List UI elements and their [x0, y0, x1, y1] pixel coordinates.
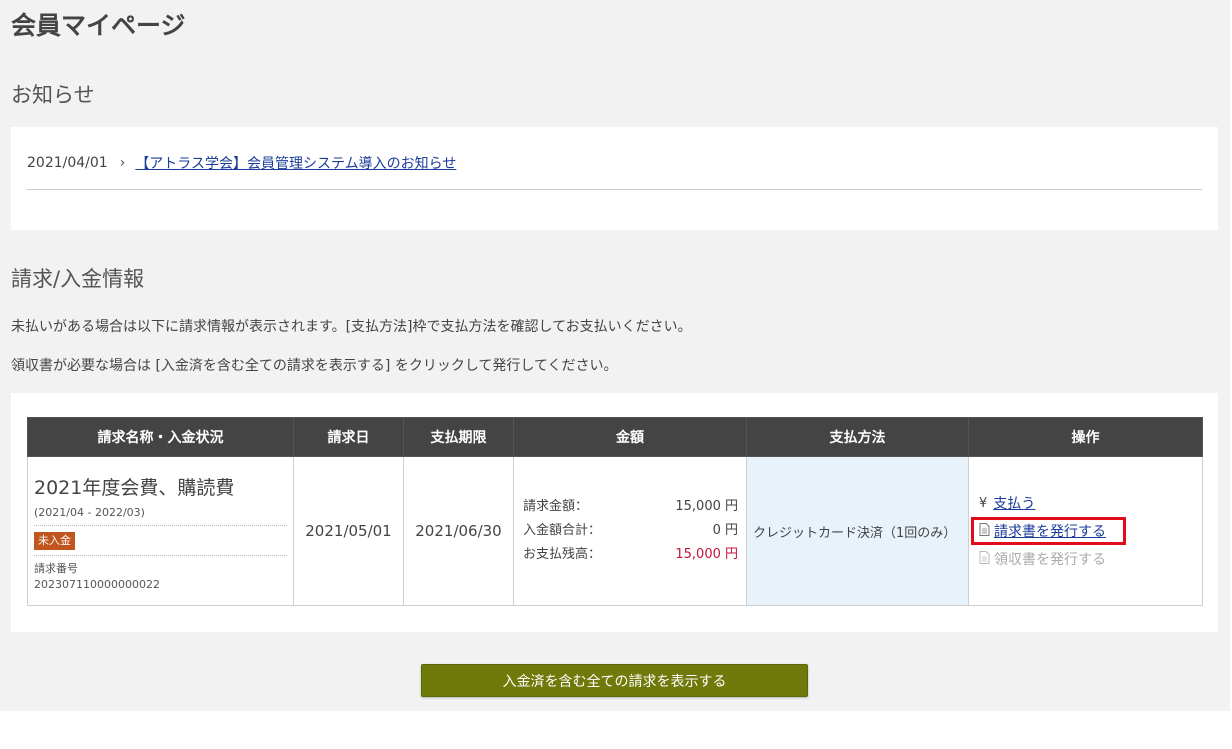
- amount-billed-label: 請求金額：: [523, 499, 589, 514]
- issue-receipt-link-disabled: 領収書を発行する: [994, 552, 1106, 568]
- notice-link[interactable]: 【アトラス学会】会員管理システム導入のお知らせ: [135, 153, 456, 173]
- billing-table-header: 請求名称・入金状況 請求日 支払期限 金額 支払方法 操作: [27, 417, 1203, 457]
- amount-balance: お支払残高： 15,000 円: [514, 543, 746, 567]
- amount-balance-value: 15,000 円: [675, 547, 738, 562]
- amount-billed: 請求金額： 15,000 円: [514, 495, 746, 519]
- page-title: 会員マイページ: [11, 11, 186, 40]
- status-badge: 未入金: [34, 532, 75, 550]
- amount-paid-label: 入金額合計：: [523, 523, 602, 538]
- amount-paid-value: 0 円: [712, 523, 738, 538]
- column-header-payment-method: 支払方法: [746, 417, 969, 457]
- invoice-number-label: 請求番号: [34, 555, 287, 576]
- column-header-due-date: 支払期限: [403, 417, 514, 457]
- issue-invoice-action: 請求書を発行する: [971, 517, 1202, 545]
- billing-item-period: (2021/04 - 2022/03): [34, 506, 287, 526]
- amount-balance-label: お支払残高：: [523, 547, 602, 562]
- cell-amount: 請求金額： 15,000 円 入金額合計： 0 円 お支払残高： 15,000 …: [513, 456, 747, 606]
- pay-action: ¥ 支払う: [979, 489, 1202, 517]
- yen-icon: ¥: [979, 495, 988, 511]
- amount-billed-value: 15,000 円: [675, 499, 738, 514]
- column-header-invoice-date: 請求日: [293, 417, 404, 457]
- notice-divider: [27, 189, 1202, 190]
- chevron-right-icon: ›: [119, 155, 126, 171]
- column-header-operations: 操作: [968, 417, 1203, 457]
- notice-date: 2021/04/01: [27, 155, 108, 171]
- cell-due-date: 2021/06/30: [403, 456, 514, 606]
- cell-payment-method: クレジットカード決済（1回のみ）: [746, 456, 969, 606]
- column-header-name-status: 請求名称・入金状況: [27, 417, 294, 457]
- billing-section-title: 請求/入金情報: [11, 267, 145, 291]
- billing-table: 請求名称・入金状況 請求日 支払期限 金額 支払方法 操作 2021年度会費、購…: [27, 417, 1203, 606]
- amount-paid: 入金額合計： 0 円: [514, 519, 746, 543]
- member-mypage: 会員マイページ お知らせ 2021/04/01 › 【アトラス学会】会員管理シス…: [0, 0, 1230, 711]
- billing-item-name: 2021年度会費、購読費: [34, 477, 235, 499]
- cell-operations: ¥ 支払う 請求書を発行する 領収書を発行する: [968, 456, 1203, 606]
- cell-name-status: 2021年度会費、購読費 (2021/04 - 2022/03) 未入金 請求番…: [27, 456, 294, 606]
- highlight-box: 請求書を発行する: [971, 517, 1126, 545]
- document-icon: [979, 550, 990, 568]
- issue-invoice-link[interactable]: 請求書を発行する: [994, 521, 1106, 541]
- pay-link[interactable]: 支払う: [993, 493, 1035, 513]
- issue-receipt-action: 領収書を発行する: [979, 545, 1202, 573]
- notice-item: 2021/04/01 › 【アトラス学会】会員管理システム導入のお知らせ: [27, 153, 456, 173]
- column-header-amount: 金額: [513, 417, 747, 457]
- cell-invoice-date: 2021/05/01: [293, 456, 404, 606]
- notice-panel: 2021/04/01 › 【アトラス学会】会員管理システム導入のお知らせ: [11, 127, 1218, 230]
- table-row: 2021年度会費、購読費 (2021/04 - 2022/03) 未入金 請求番…: [27, 456, 1203, 606]
- billing-panel: 請求名称・入金状況 請求日 支払期限 金額 支払方法 操作 2021年度会費、購…: [11, 393, 1218, 632]
- show-all-invoices-button[interactable]: 入金済を含む全ての請求を表示する: [421, 664, 808, 697]
- invoice-number: 202307110000000022: [34, 578, 160, 591]
- billing-description-unpaid: 未払いがある場合は以下に請求情報が表示されます。[支払方法]枠で支払方法を確認し…: [11, 319, 692, 335]
- document-icon: [979, 522, 990, 540]
- notice-section-title: お知らせ: [11, 83, 95, 107]
- billing-description-receipt: 領収書が必要な場合は [入金済を含む全ての請求を表示する] をクリックして発行し…: [11, 358, 618, 374]
